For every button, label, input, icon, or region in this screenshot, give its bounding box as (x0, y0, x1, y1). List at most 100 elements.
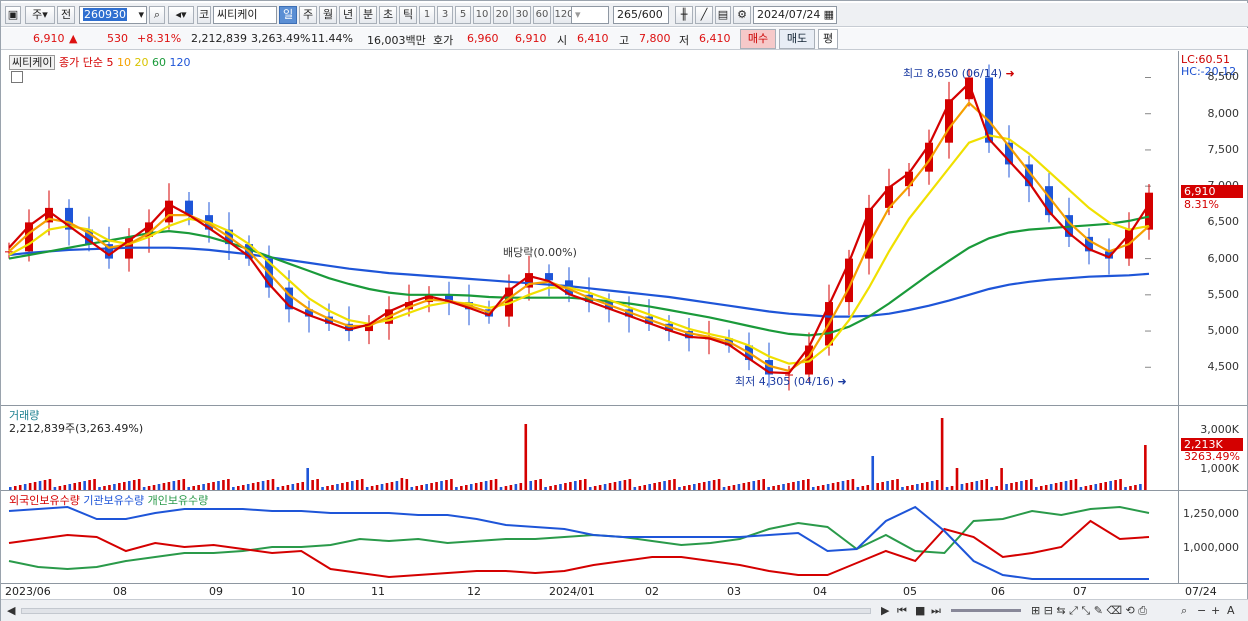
volume-bar (435, 482, 438, 490)
custom-interval[interactable]: ▾ (571, 6, 609, 24)
speaker-icon[interactable]: ◂▾ (168, 6, 194, 24)
scroll-left-icon[interactable]: ◀ (7, 604, 15, 617)
stock-legend[interactable]: 씨티케이 (9, 55, 56, 70)
interval-tab[interactable]: 30 (513, 6, 531, 24)
volume-bar (296, 483, 300, 490)
candle-icon[interactable]: ╫ (675, 6, 693, 24)
price-pane[interactable]: 씨티케이 종가 단순 5 10 20 60 120 최고 8,650 (06/1… (5, 51, 1179, 405)
drawing-icon[interactable]: ╱ (695, 6, 713, 24)
volume-bar (1104, 482, 1107, 490)
volume-bar (405, 479, 409, 490)
volume-bar (618, 481, 622, 490)
zoom-slider[interactable] (951, 609, 1021, 612)
period-tab[interactable]: 주 (299, 6, 317, 24)
period-tab[interactable]: 년 (339, 6, 357, 24)
period-tab[interactable]: 초 (379, 6, 397, 24)
volume-bar (440, 481, 443, 490)
volume-bar (390, 482, 394, 490)
volume-chart (9, 418, 1147, 490)
interval-tab[interactable]: 60 (533, 6, 551, 24)
last-pct-tag: 8.31% (1184, 198, 1219, 211)
x-axis-label: 06 (991, 585, 1005, 598)
last-icon[interactable]: ⏭ (931, 604, 941, 618)
count-field[interactable]: 265/600 (613, 6, 669, 24)
scroll-right-icon[interactable]: ▶ (881, 604, 889, 617)
interval-tab[interactable]: 10 (473, 6, 491, 24)
window-icon[interactable]: ▣ (5, 6, 21, 24)
volume-bar (445, 480, 448, 490)
market-select[interactable]: 주▾ (25, 6, 55, 24)
volume-bar (579, 480, 582, 490)
period-tab[interactable]: 월 (319, 6, 337, 24)
volume-bar (385, 483, 389, 490)
calendar-icon[interactable]: ▦ (824, 7, 834, 23)
interval-tab[interactable]: 3 (437, 6, 453, 24)
calc-icon[interactable] (11, 71, 23, 83)
volume-bar (712, 480, 716, 490)
zoom-out-icon[interactable]: − (1197, 604, 1206, 617)
holding-pane[interactable]: 외국인보유수량 기관보유수량 개인보유수량 (5, 491, 1179, 583)
volume-bar (494, 479, 498, 490)
scrollbar-track[interactable] (21, 608, 871, 614)
date-field[interactable]: 2024/07/24 ▦ (753, 6, 837, 24)
font-icon[interactable]: A (1227, 604, 1235, 617)
stop-icon[interactable]: ■ (915, 604, 925, 617)
sell-button[interactable]: 매도 (779, 29, 815, 49)
volume-bar (1119, 479, 1122, 490)
market-label: 주 (32, 8, 43, 21)
interval-tab[interactable]: 20 (493, 6, 511, 24)
volume-bar (702, 482, 706, 490)
volume-bar (955, 468, 959, 490)
gear-icon[interactable]: ⚙ (733, 6, 751, 24)
period-tab[interactable]: 틱 (399, 6, 417, 24)
high-annot-text: 최고 8,650 (06/14) (903, 67, 1003, 80)
zoom-in-icon[interactable]: + (1211, 604, 1220, 617)
search-icon[interactable]: ⌕ (1181, 604, 1187, 618)
volume-bar (529, 481, 533, 490)
volume-bar (430, 483, 433, 490)
candle-body (945, 99, 953, 143)
holding-tick: 1,000,000 (1183, 541, 1239, 554)
x-axis-label: 2024/01 (549, 585, 595, 598)
pane-divider (1, 583, 1247, 584)
volume-bar (742, 483, 746, 490)
volume-bar (1054, 483, 1058, 490)
volume-bar (658, 482, 661, 490)
volume-bar (925, 482, 929, 490)
volume-bar (807, 479, 810, 490)
individual-legend: 개인보유수량 (147, 494, 209, 507)
volume-bar (43, 480, 47, 490)
holding-axis: 1,250,000 1,000,000 (1179, 491, 1245, 583)
eval-button[interactable]: 평 (818, 29, 838, 49)
turnover: 11.44% (311, 32, 353, 45)
low-annot-text: 최저 4,305 (04/16) (735, 375, 835, 388)
interval-tab[interactable]: 1 (419, 6, 435, 24)
institution-legend: 기관보유수량 (83, 494, 145, 507)
volume-bar (534, 480, 537, 490)
price-tick-label: 6,000 (1207, 251, 1240, 265)
volume-bar (251, 483, 255, 490)
interval-tab[interactable]: 5 (455, 6, 471, 24)
code-input[interactable]: 260930 ▾ (79, 6, 147, 24)
price-tick-label: 4,500 (1207, 360, 1240, 374)
volume-bar (301, 482, 305, 490)
first-icon[interactable]: ⏮ (897, 604, 907, 618)
volume-pane[interactable]: 거래량 2,212,839주(3,263.49%) (5, 406, 1179, 490)
volume-bar (1030, 479, 1033, 490)
change-percent: +8.31% (137, 32, 182, 45)
search-icon[interactable]: ⌕ (149, 6, 165, 24)
period-tab[interactable]: 분 (359, 6, 377, 24)
mode-button[interactable]: 전 (57, 6, 75, 24)
volume-bar (400, 478, 404, 490)
stock-name-field[interactable]: 씨티케이 (213, 6, 277, 24)
save-icon[interactable]: ▤ (715, 6, 731, 24)
buy-button[interactable]: 매수 (740, 29, 776, 49)
tool-icons[interactable]: ⊞ ⊟ ⇆ ⤢ ⤡ ✎ ⌫ ⟲ ⎙ (1031, 604, 1147, 618)
volume-bar (871, 456, 875, 490)
volume-bar (896, 479, 899, 490)
volume-percent: 3,263.49% (251, 32, 311, 45)
high-price: 7,800 (639, 32, 671, 45)
period-tab[interactable]: 일 (279, 6, 297, 24)
volume-bar (519, 483, 523, 490)
volume-bar (1074, 479, 1078, 490)
